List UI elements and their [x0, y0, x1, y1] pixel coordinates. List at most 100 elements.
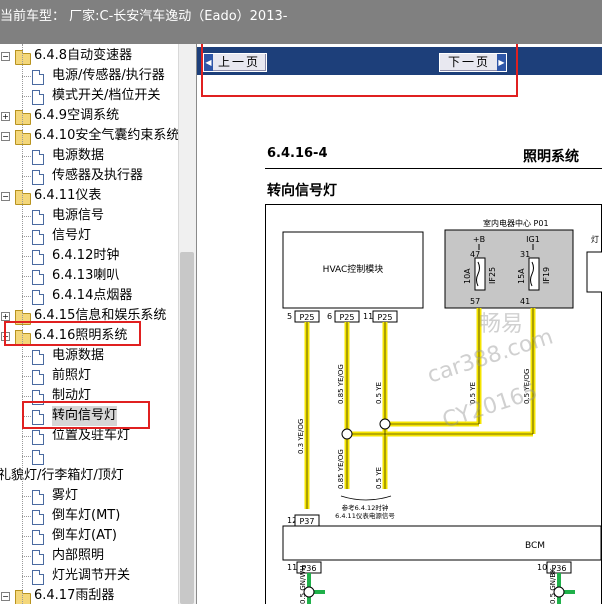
- tree-item[interactable]: 前照灯: [0, 366, 178, 386]
- tree-item[interactable]: 信号灯: [0, 226, 178, 246]
- document-icon: [32, 290, 44, 305]
- fuse2-rating: 15A: [517, 268, 526, 284]
- tree-item[interactable]: 倒车灯(AT): [0, 526, 178, 546]
- document-icon: [32, 230, 44, 245]
- tree-item-label: 电源/传感器/执行器: [52, 68, 165, 83]
- tree-item[interactable]: 电源信号: [0, 206, 178, 226]
- conn-5-pin: 5: [287, 312, 292, 321]
- conn-11-name: P25: [377, 313, 392, 322]
- tree-connector: [22, 376, 31, 377]
- collapse-icon[interactable]: −: [1, 132, 10, 141]
- fuse1-pin-bottom: 57: [470, 297, 480, 306]
- tree-item[interactable]: 内部照明: [0, 546, 178, 566]
- tree-item[interactable]: 电源/传感器/执行器: [0, 66, 178, 86]
- tree-item[interactable]: 位置及驻车灯: [0, 426, 178, 446]
- fuse2-box: [528, 257, 540, 291]
- document-icon: [32, 490, 44, 505]
- document-icon: [32, 270, 44, 285]
- tree-connector: [22, 176, 31, 177]
- expand-icon[interactable]: +: [1, 112, 10, 121]
- side-box: [586, 251, 602, 293]
- tree-item[interactable]: − 6.4.8自动变速器: [0, 46, 178, 66]
- tree-item[interactable]: 雾灯: [0, 486, 178, 506]
- vehicle-model-text: 当前车型： 厂家:C-长安汽车逸动（Eado）2013-: [0, 9, 288, 24]
- folder-icon: [15, 50, 31, 65]
- tree-item-label: 信号灯: [52, 228, 92, 243]
- conn-bottom-pin: 11: [287, 563, 297, 572]
- fusebox-label: 室内电器中心 P01: [483, 218, 549, 228]
- document-icon: [32, 530, 44, 545]
- conn-12-name: P37: [299, 517, 314, 526]
- tree-item[interactable]: 模式开关/档位开关: [0, 86, 178, 106]
- wire-label: 0.85 YE/OG: [337, 364, 345, 404]
- document-icon: [32, 170, 44, 185]
- tree-item[interactable]: 6.4.12时钟: [0, 246, 178, 266]
- expand-icon[interactable]: +: [1, 312, 10, 321]
- tree-item[interactable]: 6.4.14点烟器: [0, 286, 178, 306]
- tree-item-label: 6.4.10安全气囊约束系统: [34, 128, 180, 143]
- tree-item-label: 6.4.11仪表: [34, 188, 102, 203]
- fuse1-rating: 10A: [463, 268, 472, 284]
- tree-item-label: 模式开关/档位开关: [52, 88, 161, 103]
- collapse-icon[interactable]: −: [1, 192, 10, 201]
- folder-icon: [15, 130, 31, 145]
- tree-item-label: 倒车灯(MT): [52, 508, 121, 523]
- reference-note-line1: 参考6.4.12时钟: [342, 503, 389, 512]
- tree-item[interactable]: 电源数据: [0, 146, 178, 166]
- tree-item-label: 电源信号: [52, 208, 105, 223]
- tree-connector: [22, 436, 31, 437]
- tree-item-label: 前照灯: [52, 368, 92, 383]
- tree-item[interactable]: 礼貌灯/行李箱灯/顶灯: [0, 466, 178, 486]
- tree-item[interactable]: 电源数据: [0, 346, 178, 366]
- wire-label: 0.85 YE/OG: [337, 449, 345, 489]
- wire-label: 0.5 GN/WH: [299, 565, 307, 604]
- document-icon: [32, 370, 44, 385]
- diagram-title: 转向信号灯: [267, 183, 337, 199]
- document-icon: [32, 90, 44, 105]
- hvac-module-label: HVAC控制模块: [323, 263, 384, 275]
- tree-item[interactable]: +6.4.9空调系统: [0, 106, 178, 126]
- bcm-label: BCM: [525, 541, 545, 551]
- plus-b-label: +B: [473, 235, 485, 244]
- document-icon: [32, 550, 44, 565]
- document-icon: [32, 570, 44, 585]
- fuse1-box: [474, 257, 486, 291]
- tree-item[interactable]: [0, 446, 178, 466]
- section-number: 6.4.16-4: [267, 146, 328, 161]
- title-bar: 当前车型： 厂家:C-长安汽车逸动（Eado）2013-: [0, 0, 602, 44]
- tree-item-label: 内部照明: [52, 548, 105, 563]
- tree-item[interactable]: 倒车灯(MT): [0, 506, 178, 526]
- tree-connector: [22, 296, 31, 297]
- ig1-label: IG1: [526, 235, 540, 244]
- tree-item-label: 位置及驻车灯: [52, 428, 131, 443]
- tree-item-label: 6.4.17雨刮器: [34, 588, 115, 603]
- conn-11-pin: 11: [363, 312, 373, 321]
- tree-connector: [22, 276, 31, 277]
- tree-scrollbar-thumb[interactable]: [180, 252, 194, 604]
- tree-item-label: 倒车灯(AT): [52, 528, 117, 543]
- document-icon: [32, 70, 44, 85]
- tree-item[interactable]: − 6.4.11仪表: [0, 186, 178, 206]
- tree-connector: [22, 516, 31, 517]
- tree-item[interactable]: 灯光调节开关: [0, 566, 178, 586]
- collapse-icon[interactable]: −: [1, 592, 10, 601]
- conn-6-name: P25: [339, 313, 354, 322]
- splice-point: [341, 428, 353, 440]
- tree-item[interactable]: − 6.4.10安全气囊约束系统: [0, 126, 180, 146]
- tree-item[interactable]: 传感器及执行器: [0, 166, 178, 186]
- collapse-icon[interactable]: −: [1, 52, 10, 61]
- document-icon: [32, 210, 44, 225]
- side-label: 灯: [591, 234, 599, 244]
- tree-item[interactable]: 6.4.13喇叭: [0, 266, 178, 286]
- document-icon: [32, 150, 44, 165]
- wire-label: 0.5 YE: [375, 382, 383, 404]
- highlight-box-turn-signal: [22, 401, 150, 429]
- wire-label: 0.3 YE/OG: [297, 419, 305, 454]
- tree-connector: [22, 96, 31, 97]
- tree-connector: [22, 256, 31, 257]
- fuse2-name: IF19: [542, 267, 551, 284]
- conn-6-pin: 6: [327, 312, 332, 321]
- tree-item-label: 电源数据: [52, 348, 105, 363]
- tree-item[interactable]: − 6.4.17雨刮器: [0, 586, 178, 604]
- tree-connector: [22, 356, 31, 357]
